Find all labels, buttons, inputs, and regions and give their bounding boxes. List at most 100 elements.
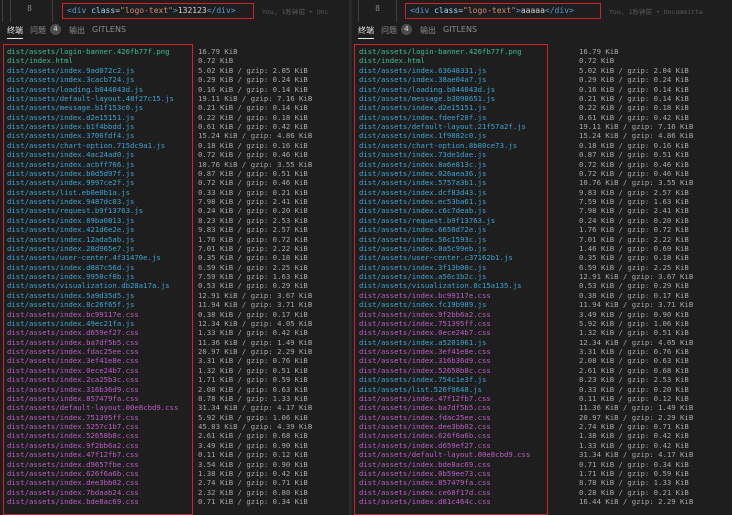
- output-filename: dist/assets/index.52658b8c.css: [359, 365, 491, 375]
- panel-tabs: 终端 问题 4 输出 GITLENS: [0, 24, 349, 39]
- code-end-tag: </div>: [544, 6, 574, 15]
- output-filename: dist/assets/index.d659ef27.css: [359, 440, 491, 450]
- output-filesize: 1.38 KiB / gzip: 0.42 KiB: [198, 468, 308, 478]
- output-filename: dist/assets/message.b1f153c0.js: [7, 103, 144, 113]
- output-filesize: 15.24 KiB / gzip: 4.86 KiB: [198, 131, 313, 141]
- output-filesize: 0.53 KiB / gzip: 0.29 KiB: [198, 281, 308, 291]
- output-filesize: 0.71 KiB / gzip: 0.34 KiB: [198, 497, 308, 506]
- output-filename: dist/assets/index.d9657fbe.css: [7, 459, 139, 469]
- output-filename: dist/assets/request.b9f13763.js: [7, 206, 144, 216]
- output-filesize: 0.29 KiB / gzip: 0.24 KiB: [579, 75, 689, 85]
- output-filesize: 0.87 KiB / gzip: 0.51 KiB: [579, 150, 689, 160]
- output-filename: dist/assets/index.63648331.js: [359, 65, 487, 75]
- code-attr-value: "logo-text": [463, 6, 516, 15]
- gutter-guide: [2, 0, 3, 22]
- output-filesize: 0.28 KiB / gzip: 0.21 KiB: [579, 487, 689, 497]
- output-filename: dist/assets/index.ba7df5b5.css: [7, 337, 139, 347]
- output-filesize: 5.92 KiB / gzip: 1.06 KiB: [579, 318, 689, 328]
- code-open-tag: <div: [67, 6, 87, 15]
- tab-problems[interactable]: 问题: [30, 25, 46, 36]
- tab-gitlens[interactable]: GITLENS: [92, 25, 126, 34]
- output-filesize: 7.01 KiB / gzip: 2.22 KiB: [579, 234, 689, 244]
- output-filename: dist/assets/index.0a5c99eb.js: [359, 243, 487, 253]
- left-pane: 8 <div class="logo-text">132123</div> Yo…: [0, 0, 349, 515]
- output-filename: dist/assets/index.b1f4bbdd.js: [7, 122, 135, 131]
- output-filename: dist/assets/index.2ca25b3c.css: [7, 375, 139, 385]
- output-filename: dist/assets/index.fdeef28f.js: [359, 112, 487, 122]
- output-filesize: 20.97 KiB / gzip: 2.29 KiB: [198, 347, 313, 356]
- output-filesize: 0.18 KiB / gzip: 0.16 KiB: [198, 140, 308, 150]
- line-number: 8: [375, 4, 380, 13]
- code-line-bar: 8 <div class="logo-text">aaaaa</div> You…: [352, 0, 732, 22]
- tab-gitlens[interactable]: GITLENS: [443, 25, 477, 34]
- output-filename: dist/assets/index.5a9d35d5.js: [7, 290, 135, 300]
- output-filesize: 19.11 KiB / gzip: 7.16 KiB: [579, 122, 694, 131]
- output-filesize: 31.34 KiB / gzip: 4.17 KiB: [579, 450, 694, 460]
- output-filesize: 12.34 KiB / gzip: 4.05 KiB: [579, 337, 694, 347]
- output-filename: dist/assets/user-center.c37162b1.js: [359, 253, 513, 263]
- output-filesize: 7.01 KiB / gzip: 2.22 KiB: [198, 243, 308, 253]
- output-filesize: 11.36 KiB / gzip: 1.49 KiB: [198, 337, 313, 347]
- output-filename: dist/index.html: [359, 56, 425, 66]
- output-filename: dist/assets/index.bc99117e.css: [359, 290, 491, 300]
- output-filesize: 0.72 KiB / gzip: 0.46 KiB: [198, 178, 308, 188]
- output-filename: dist/assets/index.fc19b989.js: [359, 300, 487, 310]
- output-filesize: 3.31 KiB / gzip: 0.76 KiB: [579, 347, 689, 356]
- output-filename: dist/assets/index.4ac24ad0.js: [7, 150, 135, 160]
- tab-output[interactable]: 输出: [420, 25, 436, 36]
- output-filename: dist/assets/index.5757a3b1.js: [359, 178, 487, 188]
- output-filesize: 2.08 KiB / gzip: 0.63 KiB: [579, 356, 689, 366]
- output-filesize: 16.79 KiB: [579, 47, 619, 56]
- output-filesize: 0.61 KiB / gzip: 0.42 KiB: [198, 122, 308, 131]
- output-filename: dist/assets/index.857479fa.css: [359, 478, 491, 488]
- output-filename: dist/assets/list.eb0e0b1a.js: [7, 187, 131, 197]
- output-filesize: 12.91 KiB / gzip: 3.67 KiB: [579, 272, 694, 281]
- output-filesize: 9.83 KiB / gzip: 2.57 KiB: [198, 225, 308, 235]
- output-filesize: 0.21 KiB / gzip: 0.14 KiB: [579, 93, 689, 103]
- output-filename: dist/assets/index.9950cf0b.js: [7, 272, 135, 281]
- output-filename: dist/assets/index.d2e15151.js: [359, 103, 487, 113]
- split-editor: 8 <div class="logo-text">132123</div> Yo…: [0, 0, 732, 515]
- code-attr-value: "logo-text": [120, 6, 173, 15]
- output-filename: dist/assets/index.b0d5d97f.js: [7, 168, 135, 178]
- output-filename: dist/assets/index.0ece24b7.css: [7, 365, 139, 375]
- output-filesize: 1.76 KiB / gzip: 0.72 KiB: [579, 225, 689, 235]
- output-filesize: 0.72 KiB / gzip: 0.46 KiB: [579, 159, 689, 169]
- code-highlight-box[interactable]: <div class="logo-text">132123</div>: [62, 3, 254, 19]
- output-filesize: 0.71 KiB / gzip: 0.34 KiB: [579, 459, 689, 469]
- output-filesize: 0.33 KiB / gzip: 0.20 KiB: [579, 384, 689, 394]
- output-filesize: 7.59 KiB / gzip: 1.63 KiB: [579, 197, 689, 206]
- output-filename: dist/assets/index.0b59ee73.css: [359, 468, 491, 478]
- output-filename: dist/assets/index.421d6e2e.js: [7, 225, 135, 235]
- code-line: <div class="logo-text">132123</div>: [67, 6, 236, 15]
- output-filename: dist/assets/index.9487dc03.js: [7, 197, 135, 206]
- tab-terminal[interactable]: 终端: [358, 25, 374, 39]
- code-line-bar: 8 <div class="logo-text">132123</div> Yo…: [0, 0, 349, 22]
- code-highlight-box[interactable]: <div class="logo-text">aaaaa</div>: [405, 3, 601, 19]
- output-filename: dist/assets/index.751395ff.css: [359, 318, 491, 328]
- tab-output[interactable]: 输出: [69, 25, 85, 36]
- output-filesize: 8.23 KiB / gzip: 2.53 KiB: [198, 215, 308, 225]
- output-filesize: 1.33 KiB / gzip: 0.42 KiB: [579, 440, 689, 450]
- output-filesize: 5.02 KiB / gzip: 2.04 KiB: [579, 65, 689, 75]
- line-number: 8: [27, 4, 32, 13]
- output-filename: dist/assets/index.dee3bb02.css: [7, 478, 139, 488]
- output-filesize: 31.34 KiB / gzip: 4.17 KiB: [198, 403, 313, 413]
- output-filename: dist/assets/index.8c26f65f.js: [7, 300, 135, 310]
- output-filesize: 0.22 KiB / gzip: 0.18 KiB: [579, 103, 689, 113]
- output-filesize: 1.38 KiB / gzip: 0.42 KiB: [579, 431, 689, 441]
- output-filesize: 8.23 KiB / gzip: 2.53 KiB: [579, 375, 689, 385]
- output-filesize: 0.72 KiB / gzip: 0.46 KiB: [198, 150, 308, 160]
- tab-terminal[interactable]: 终端: [7, 25, 23, 39]
- output-filesize: 10.76 KiB / gzip: 3.55 KiB: [198, 159, 313, 169]
- output-filename: dist/assets/index.73de1dae.js: [359, 150, 487, 160]
- output-filename: dist/assets/index.ba7df5b5.css: [359, 403, 491, 413]
- output-filename: dist/assets/index.bde8ac69.css: [359, 459, 491, 469]
- output-filesize: 0.33 KiB / gzip: 0.21 KiB: [198, 187, 308, 197]
- git-blame-annotation: You, 1秒钟前 • Uncommitte: [609, 8, 703, 16]
- output-filename: dist/assets/index.d81c464c.css: [359, 497, 491, 506]
- output-filesize: 0.38 KiB / gzip: 0.17 KiB: [198, 309, 308, 319]
- tab-problems[interactable]: 问题: [381, 25, 397, 36]
- output-filesize: 2.74 KiB / gzip: 0.71 KiB: [579, 422, 689, 431]
- output-filename: dist/assets/index.28d965e7.js: [7, 243, 135, 253]
